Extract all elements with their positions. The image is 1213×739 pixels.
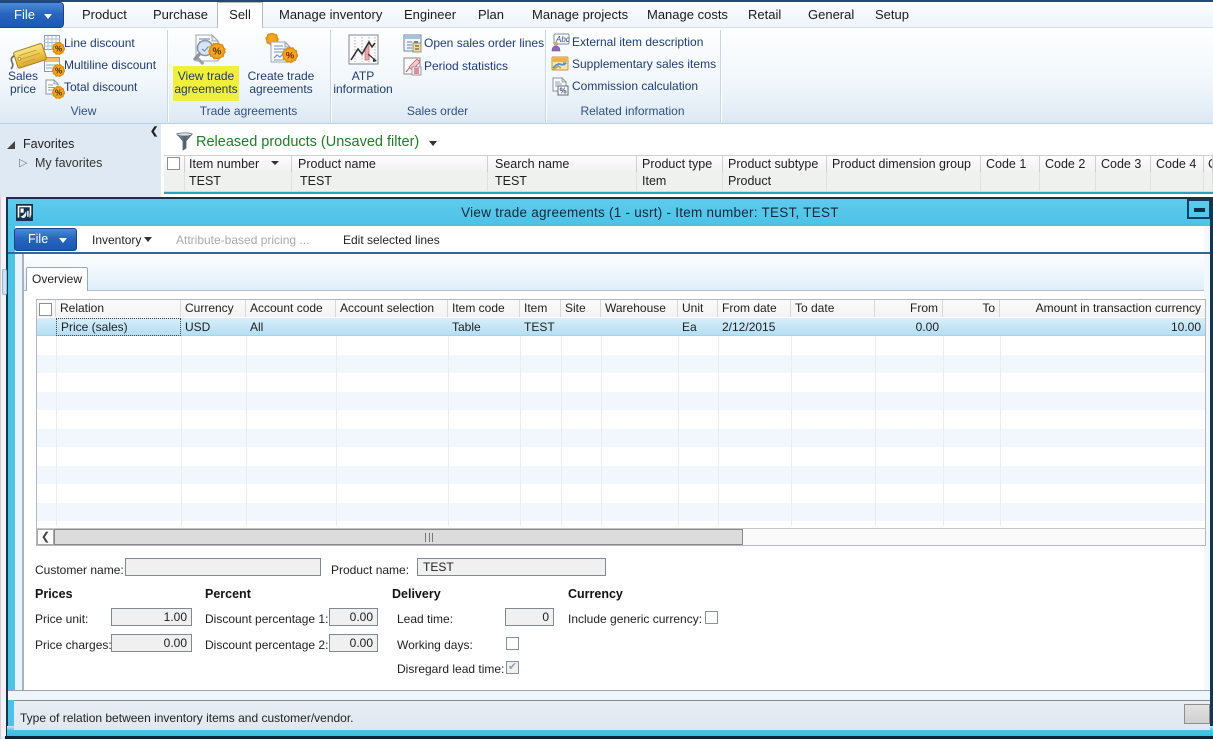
svg-text:%: % — [55, 66, 62, 75]
svg-text:%: % — [286, 50, 295, 61]
svg-text:%: % — [55, 44, 62, 53]
svg-text:%: % — [213, 47, 222, 58]
svg-text:%: % — [560, 87, 567, 96]
svg-text:%: % — [55, 88, 62, 97]
